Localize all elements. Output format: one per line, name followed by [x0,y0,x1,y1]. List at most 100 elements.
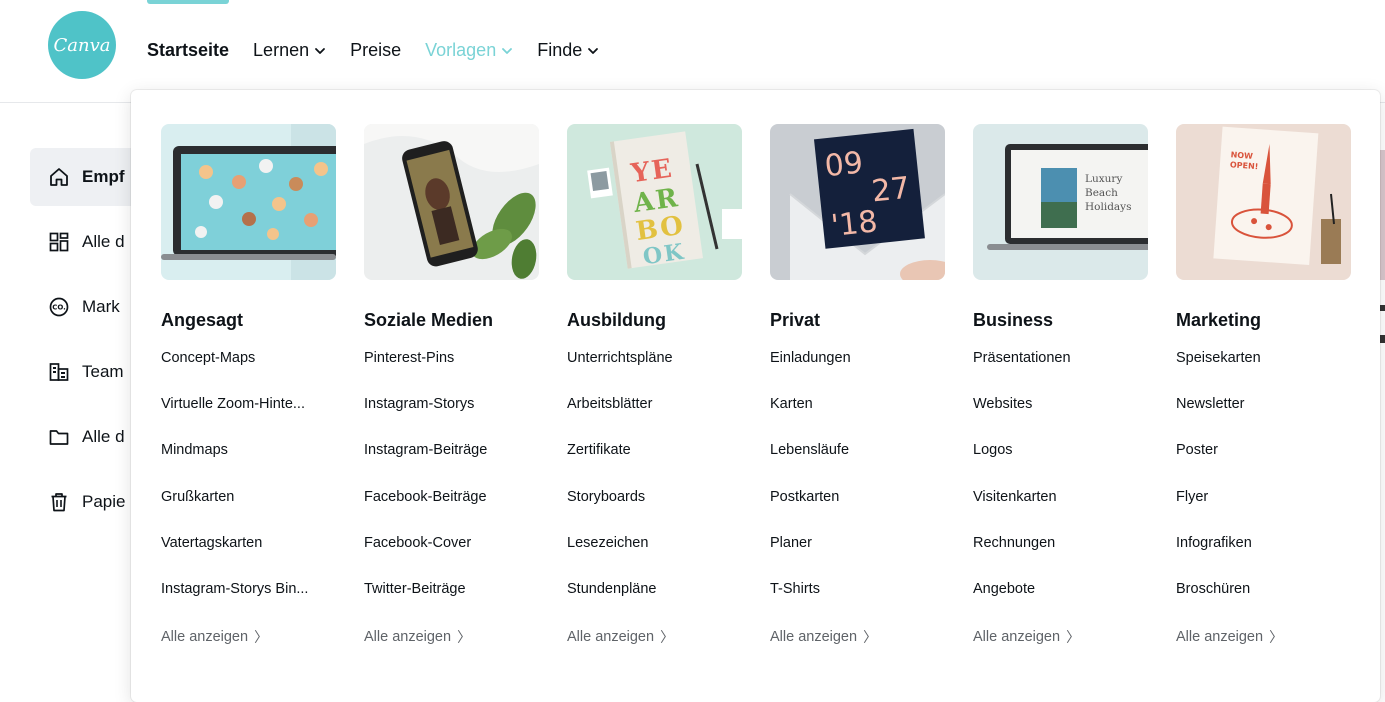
thumbnail-soziale-medien[interactable] [364,124,539,280]
menu-link[interactable]: Poster [1176,442,1351,488]
sidebar-item-empfohlen[interactable]: Empf [30,148,140,206]
see-all-label: Alle anzeigen [567,629,655,646]
menu-column-privat: 09 27 '18 Privat Einladungen Karten Lebe… [770,124,945,647]
menu-link[interactable]: Lesezeichen [567,535,742,581]
menu-link[interactable]: Storyboards [567,489,742,535]
chevron-right-icon: 〉 [863,629,878,646]
menu-link[interactable]: T-Shirts [770,581,945,627]
menu-link[interactable]: Rechnungen [973,535,1148,581]
menu-link[interactable]: Pinterest-Pins [364,350,539,396]
presentation-slide-text: Holidays [1085,201,1132,213]
chevron-right-icon: 〉 [660,629,675,646]
menu-link[interactable]: Newsletter [1176,396,1351,442]
team-building-icon [48,361,70,383]
see-all-label: Alle anzeigen [973,629,1061,646]
menu-link[interactable]: Instagram-Storys Bin... [161,581,336,627]
see-all-link[interactable]: Alle anzeigen 〉 [567,627,742,647]
sidebar-item-label: Alle d [82,232,125,251]
menu-link[interactable]: Arbeitsblätter [567,396,742,442]
menu-link[interactable]: Vatertagskarten [161,535,336,581]
sidebar-item-papierkorb[interactable]: Papie [30,473,140,531]
column-title[interactable]: Ausbildung [567,310,742,334]
poster-text: NOW [1230,150,1253,161]
svg-text:CO.: CO. [52,304,66,312]
column-title[interactable]: Privat [770,310,945,334]
menu-link[interactable]: Speisekarten [1176,350,1351,396]
menu-link[interactable]: Postkarten [770,489,945,535]
menu-link[interactable]: Einladungen [770,350,945,396]
link-list: Pinterest-Pins Instagram-Storys Instagra… [364,350,539,647]
menu-link[interactable]: Angebote [973,581,1148,627]
column-title[interactable]: Soziale Medien [364,310,539,334]
see-all-link[interactable]: Alle anzeigen 〉 [1176,627,1351,647]
menu-link[interactable]: Instagram-Storys [364,396,539,442]
nav-finde-label: Finde [537,40,583,60]
see-all-label: Alle anzeigen [1176,629,1264,646]
nav-lernen[interactable]: Lernen [253,40,326,61]
canva-logo[interactable]: Canva [48,11,116,79]
chevron-down-icon [314,45,326,57]
menu-link[interactable]: Facebook-Beiträge [364,489,539,535]
date-card-text: '18 [829,204,879,244]
menu-column-angesagt: Angesagt Concept-Maps Virtuelle Zoom-Hin… [161,124,336,647]
presentation-slide-text: Beach [1085,187,1118,199]
menu-link[interactable]: Lebensläufe [770,442,945,488]
see-all-label: Alle anzeigen [364,629,452,646]
menu-link[interactable]: Instagram-Beiträge [364,442,539,488]
menu-link[interactable]: Visitenkarten [973,489,1148,535]
link-list: Präsentationen Websites Logos Visitenkar… [973,350,1148,647]
menu-link[interactable]: Unterrichtspläne [567,350,742,396]
see-all-link[interactable]: Alle anzeigen 〉 [973,627,1148,647]
sidebar-item-markenkit[interactable]: CO. Mark [30,278,140,336]
menu-link[interactable]: Planer [770,535,945,581]
sidebar-item-alle-designs[interactable]: Alle d [30,213,140,271]
menu-link[interactable]: Websites [973,396,1148,442]
sidebar-item-label: Alle d [82,427,125,446]
link-list: Einladungen Karten Lebensläufe Postkarte… [770,350,945,647]
menu-link[interactable]: Stundenpläne [567,581,742,627]
column-title[interactable]: Marketing [1176,310,1351,334]
column-title[interactable]: Angesagt [161,310,336,334]
menu-link[interactable]: Zertifikate [567,442,742,488]
menu-link[interactable]: Logos [973,442,1148,488]
nav-vorlagen[interactable]: Vorlagen [425,40,513,61]
folder-icon [48,426,70,448]
menu-link[interactable]: Twitter-Beiträge [364,581,539,627]
nav-vorlagen-label: Vorlagen [425,40,497,60]
thumbnail-marketing[interactable]: NOW OPEN! [1176,124,1351,280]
link-list: Concept-Maps Virtuelle Zoom-Hinte... Min… [161,350,336,647]
sidebar-item-alle-ordner[interactable]: Alle d [30,408,140,466]
menu-link[interactable]: Flyer [1176,489,1351,535]
nav-finde[interactable]: Finde [537,40,599,61]
menu-link[interactable]: Virtuelle Zoom-Hinte... [161,396,336,442]
sidebar-item-label: Papie [82,492,126,511]
active-tab-indicator [147,0,229,4]
menu-link[interactable]: Concept-Maps [161,350,336,396]
sidebar: Empf Alle d CO. Mark Team Alle d Papie [30,148,140,538]
sidebar-item-team[interactable]: Team [30,343,140,401]
chevron-down-icon [587,45,599,57]
menu-link[interactable]: Karten [770,396,945,442]
menu-column-marketing: NOW OPEN! Marketing Speisekarten Newslet… [1176,124,1351,647]
see-all-link[interactable]: Alle anzeigen 〉 [770,627,945,647]
thumbnail-angesagt[interactable] [161,124,336,280]
nav-preise[interactable]: Preise [350,40,401,61]
column-title[interactable]: Business [973,310,1148,334]
thumbnail-privat[interactable]: 09 27 '18 [770,124,945,280]
link-list: Unterrichtspläne Arbeitsblätter Zertifik… [567,350,742,647]
nav-startseite[interactable]: Startseite [147,40,229,61]
chevron-right-icon: 〉 [457,629,472,646]
main-nav: Startseite Lernen Preise Vorlagen Finde [147,40,623,61]
menu-link[interactable]: Facebook-Cover [364,535,539,581]
see-all-link[interactable]: Alle anzeigen 〉 [161,627,336,647]
see-all-label: Alle anzeigen [161,629,249,646]
menu-link[interactable]: Mindmaps [161,442,336,488]
presentation-slide-text: Luxury [1085,173,1122,185]
menu-link[interactable]: Infografiken [1176,535,1351,581]
thumbnail-business[interactable]: Luxury Beach Holidays [973,124,1148,280]
menu-link[interactable]: Präsentationen [973,350,1148,396]
see-all-link[interactable]: Alle anzeigen 〉 [364,627,539,647]
menu-link[interactable]: Broschüren [1176,581,1351,627]
thumbnail-ausbildung[interactable]: YE AR BO OK [567,124,742,280]
menu-link[interactable]: Grußkarten [161,489,336,535]
